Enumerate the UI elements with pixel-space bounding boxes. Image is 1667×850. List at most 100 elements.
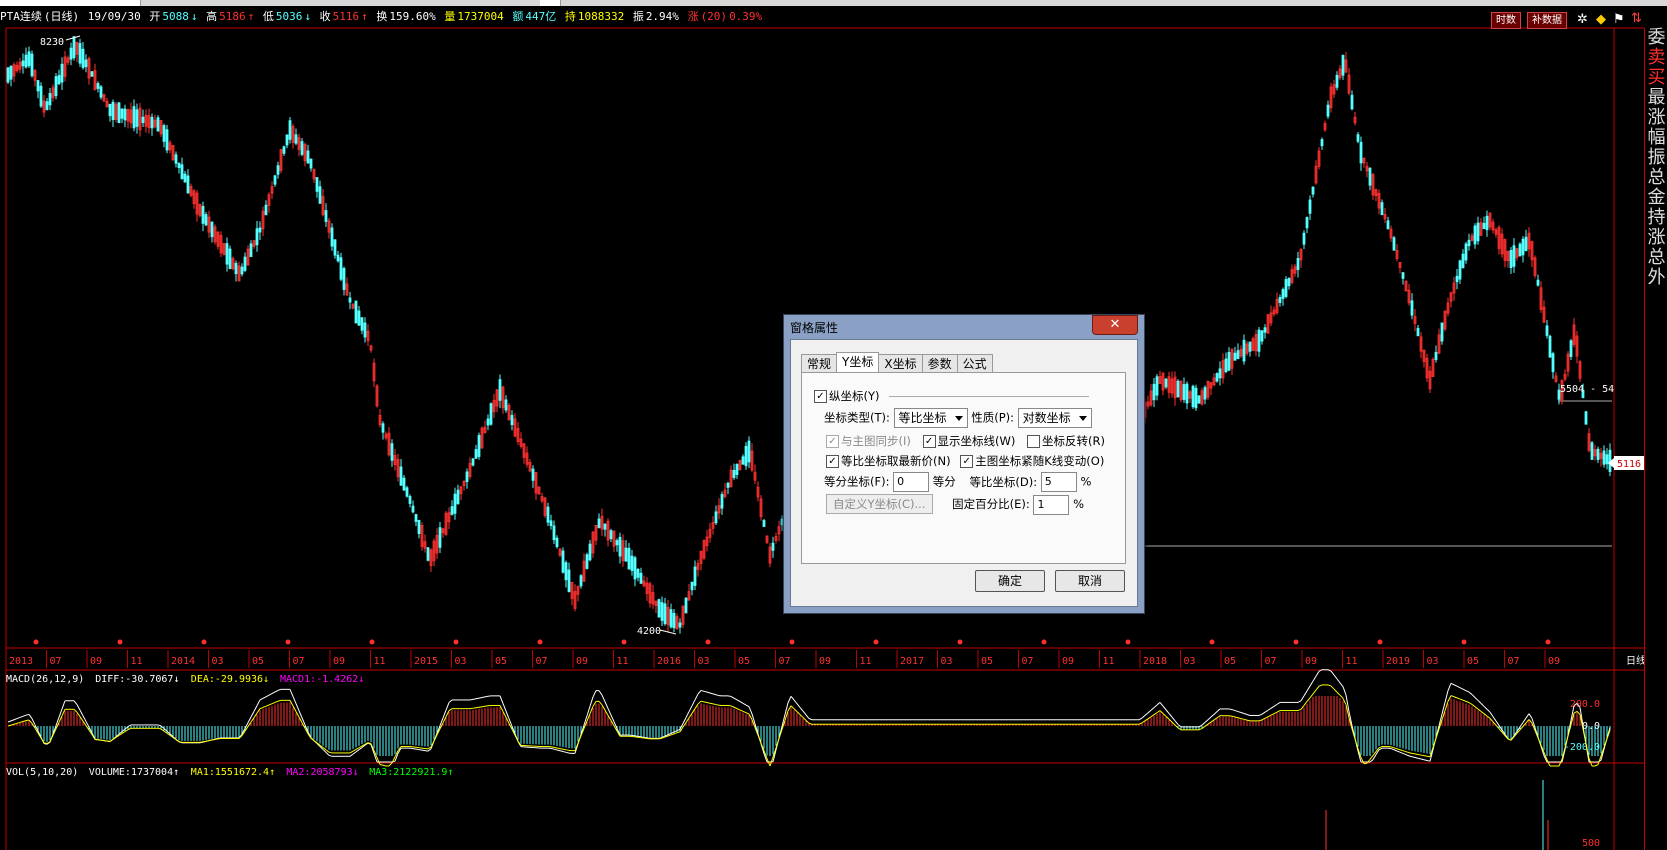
candle-body — [72, 36, 76, 59]
diff-line — [1447, 683, 1452, 691]
diff-line — [799, 707, 804, 712]
candle-body — [741, 456, 745, 465]
diff-line — [1216, 708, 1221, 713]
vol-volume: VOLUME:1737004↑ — [89, 767, 179, 778]
diff-line — [1339, 682, 1344, 688]
candle-body — [132, 106, 136, 129]
candle-body — [1464, 243, 1468, 261]
x-axis-label: 07 — [1508, 656, 1520, 667]
candle-body — [201, 205, 205, 224]
diff-line — [1261, 711, 1266, 715]
sync-main-checkbox[interactable]: ✓ — [826, 435, 839, 448]
dialog-close-button[interactable]: ✕ — [1092, 315, 1138, 335]
custom-y-axis-button[interactable]: 自定义Y坐标(C)... — [826, 494, 933, 514]
diff-line — [1453, 684, 1458, 687]
amplitude-label: 振 — [632, 10, 644, 23]
fixed-pct-input[interactable]: 1 — [1033, 494, 1070, 515]
candle-body — [363, 322, 367, 338]
diff-line — [448, 699, 453, 703]
candle-body — [1434, 352, 1438, 360]
macd-diff: DIFF:-30.7067↓ — [95, 674, 179, 685]
turnover-value: 159.60% — [389, 10, 436, 23]
y-axis-panel: ✓ 纵坐标(Y) 坐标类型(T): 等比坐标 性质(P): 对数坐标 ✓ 与主图同步… — [801, 372, 1126, 564]
x-axis-label: 11 — [1103, 656, 1115, 667]
tab-y-axis[interactable]: Y坐标 — [836, 352, 880, 374]
ratio-latest-checkbox[interactable]: ✓ — [826, 455, 839, 468]
candle-body — [1182, 384, 1186, 400]
dea-line — [268, 703, 273, 706]
candle-body — [477, 435, 481, 457]
candle-body — [1203, 387, 1207, 400]
change-value: 0.39% — [729, 10, 763, 23]
candle-body — [27, 51, 31, 67]
cancel-button[interactable]: 取消 — [1055, 570, 1125, 592]
diamond-icon[interactable]: ◆ — [1596, 12, 1606, 27]
candle-body — [1233, 352, 1237, 361]
time-share-button[interactable]: 时数 — [1491, 12, 1521, 29]
candle-body — [744, 445, 748, 467]
equal-div-input[interactable]: 0 — [893, 472, 930, 492]
ratio-input[interactable]: 5 — [1040, 472, 1077, 492]
diff-line — [292, 696, 297, 704]
tab-general[interactable]: 常规 — [801, 354, 838, 374]
show-axis-lines-checkbox[interactable]: ✓ — [922, 435, 936, 448]
down-arrow-icon: ↓ — [190, 10, 198, 23]
axis-invert-checkbox[interactable] — [1027, 435, 1041, 448]
dea-line — [1465, 700, 1470, 703]
marker-icon[interactable]: ⚑ — [1613, 12, 1625, 27]
candle-body — [1356, 134, 1360, 142]
candle-body — [1482, 222, 1486, 230]
up-down-icon[interactable]: ⇅ — [1631, 11, 1642, 26]
tab-params[interactable]: 参数 — [921, 354, 958, 374]
x-axis-label: 07 — [1022, 656, 1034, 667]
diff-line — [1306, 685, 1311, 692]
diff-line — [268, 693, 273, 696]
diff-line — [1153, 704, 1158, 708]
y-axis-checkbox-row[interactable]: ✓ 纵坐标(Y) — [814, 388, 1090, 404]
supplement-data-button[interactable]: 补数据 — [1527, 12, 1567, 29]
x-axis-label: 09 — [1548, 656, 1560, 667]
diff-line — [1468, 691, 1473, 695]
candle-body — [39, 85, 43, 107]
candle-body — [411, 505, 415, 513]
dea-line — [559, 748, 564, 750]
dea-line — [745, 712, 750, 715]
dea-line — [712, 703, 717, 706]
diff-line — [601, 694, 606, 702]
candle-body — [1281, 289, 1285, 299]
tab-x-axis[interactable]: X坐标 — [878, 354, 923, 374]
candle-body — [531, 468, 535, 481]
candle-body — [165, 129, 169, 151]
diff-line — [697, 690, 702, 695]
tab-formula[interactable]: 公式 — [956, 354, 993, 374]
y-axis-checkbox-label: 纵坐标(Y) — [829, 389, 880, 403]
dea-line — [1594, 764, 1599, 767]
candle-body — [174, 154, 178, 164]
candle-body — [1284, 279, 1288, 297]
diff-line — [76, 704, 81, 711]
dea-line — [1327, 684, 1332, 687]
dea-line — [1312, 689, 1317, 695]
diff-line — [1267, 707, 1272, 711]
diff-line — [565, 751, 570, 754]
candle-body — [1185, 383, 1189, 404]
x-axis-label: 11 — [374, 656, 386, 667]
event-marker — [537, 639, 543, 645]
settings-icon[interactable]: ✲ — [1577, 12, 1588, 27]
custom-row: 自定义Y坐标(C)... 固定百分比(E): 1 % — [826, 494, 1084, 515]
y-axis-checkbox[interactable]: ✓ — [814, 390, 827, 403]
current-price-label: 5116 — [1617, 459, 1641, 470]
dea-line — [208, 739, 213, 742]
nature-select[interactable]: 对数坐标 — [1017, 408, 1092, 428]
event-marker — [1293, 639, 1299, 645]
candle-body — [1296, 258, 1300, 270]
candle-body — [1440, 322, 1444, 342]
event-marker — [1377, 639, 1383, 645]
candle-body — [90, 71, 94, 77]
axis-type-select[interactable]: 等比坐标 — [893, 408, 968, 428]
volume-value: 1737004 — [457, 10, 504, 23]
x-axis-label: 09 — [819, 656, 831, 667]
candle-body — [60, 63, 64, 83]
main-follow-checkbox[interactable]: ✓ — [960, 455, 974, 468]
ok-button[interactable]: 确定 — [975, 570, 1045, 592]
